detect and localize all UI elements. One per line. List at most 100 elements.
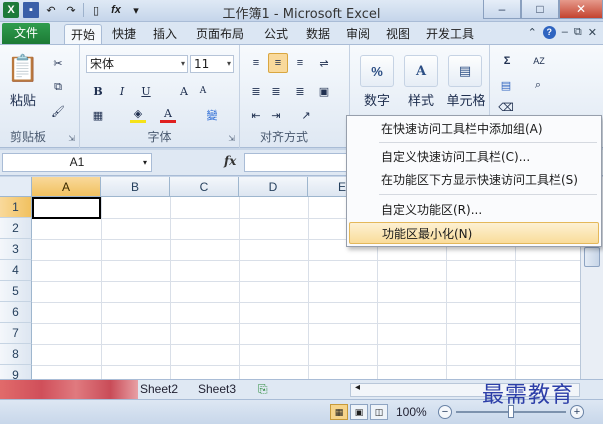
doc-minimize-icon[interactable]: –: [562, 26, 568, 39]
shrink-font-button[interactable]: A: [196, 83, 210, 99]
row-header[interactable]: 2: [0, 218, 32, 239]
tab-file[interactable]: 文件: [2, 23, 50, 44]
tab-data[interactable]: 数据: [300, 24, 336, 44]
tab-review[interactable]: 审阅: [340, 24, 376, 44]
normal-view-button[interactable]: ▦: [330, 404, 348, 420]
find-select-icon[interactable]: ⌕: [528, 77, 548, 93]
paste-icon[interactable]: 📋: [6, 51, 40, 85]
font-size-value: 11: [194, 57, 210, 71]
align-right-icon[interactable]: ≣: [292, 83, 308, 99]
row-header[interactable]: 1: [0, 197, 32, 218]
font-color-icon[interactable]: A: [160, 107, 176, 123]
row-header[interactable]: 6: [0, 302, 32, 323]
bold-button[interactable]: B: [90, 83, 106, 99]
clear-icon[interactable]: ⌫: [498, 99, 514, 115]
alignment-group-label: 对齐方式: [260, 130, 309, 144]
fill-color-icon[interactable]: ◈: [130, 107, 146, 123]
row-header[interactable]: 5: [0, 281, 32, 302]
tab-view[interactable]: 视图: [380, 24, 416, 44]
tab-formulas[interactable]: 公式: [258, 24, 294, 44]
underline-button[interactable]: U: [138, 83, 154, 99]
ribbon-context-menu: 在快速访问工具栏中添加组(A) 自定义快速访问工具栏(C)... 在功能区下方显…: [346, 115, 602, 247]
scroll-left-icon[interactable]: ◂: [355, 382, 360, 393]
name-box[interactable]: A1 ▾: [2, 153, 152, 172]
row-header[interactable]: 8: [0, 344, 32, 365]
merge-cells-icon[interactable]: ▣: [316, 83, 332, 99]
doc-close-icon[interactable]: ✕: [588, 26, 597, 39]
align-top-icon[interactable]: ≡: [248, 55, 264, 71]
align-center-icon[interactable]: ≣: [268, 83, 284, 99]
tab-insert[interactable]: 插入: [147, 24, 183, 44]
border-icon[interactable]: ▦: [90, 107, 106, 123]
doc-restore-icon[interactable]: ⧉: [574, 26, 582, 39]
number-format-button[interactable]: %: [360, 55, 394, 87]
active-cell[interactable]: [32, 197, 101, 219]
window-controls: – □ ✕: [483, 0, 603, 19]
increase-indent-icon[interactable]: ⇥: [268, 107, 284, 123]
maximize-button[interactable]: □: [521, 0, 559, 19]
close-button[interactable]: ✕: [559, 0, 603, 19]
phonetic-button[interactable]: 變: [202, 107, 222, 123]
cut-icon[interactable]: ✂: [50, 55, 66, 71]
column-header[interactable]: D: [239, 177, 308, 197]
tab-developer[interactable]: 开发工具: [420, 24, 480, 44]
paste-label[interactable]: 粘贴: [4, 91, 42, 108]
font-name-value: 宋体: [90, 57, 115, 71]
wrap-text-icon[interactable]: ⇌: [316, 55, 332, 71]
grid-line: [32, 344, 580, 345]
tab-page-layout[interactable]: 页面布局: [190, 24, 250, 44]
zoom-level[interactable]: 100%: [396, 405, 427, 419]
font-size-combo[interactable]: 11 ▾: [190, 55, 234, 73]
number-label[interactable]: 数字: [358, 91, 396, 108]
font-name-combo[interactable]: 宋体 ▾: [86, 55, 188, 73]
cells-button[interactable]: ▤: [448, 55, 482, 87]
row-header[interactable]: 7: [0, 323, 32, 344]
styles-button[interactable]: A: [404, 55, 438, 87]
sheet-tab[interactable]: Sheet3: [194, 380, 240, 399]
help-icon[interactable]: ?: [542, 26, 556, 39]
insert-function-button[interactable]: fx: [224, 154, 236, 168]
menu-item-minimize-ribbon[interactable]: 功能区最小化(N): [349, 222, 599, 244]
menu-item-show-qat-below[interactable]: 在功能区下方显示快速访问工具栏(S): [349, 169, 599, 191]
select-all-corner[interactable]: [0, 177, 32, 197]
copy-icon[interactable]: ⧉: [50, 79, 66, 95]
page-layout-view-button[interactable]: ▣: [350, 404, 368, 420]
ribbon-collapse-icon[interactable]: ⌃: [528, 26, 537, 39]
align-middle-icon[interactable]: ≡: [268, 53, 288, 73]
row-header[interactable]: 4: [0, 260, 32, 281]
menu-item-add-group-to-qat[interactable]: 在快速访问工具栏中添加组(A): [349, 118, 599, 140]
font-launcher-icon[interactable]: ⇲: [228, 134, 235, 143]
italic-button[interactable]: I: [114, 83, 130, 99]
column-header[interactable]: C: [170, 177, 239, 197]
menu-item-customize-ribbon[interactable]: 自定义功能区(R)...: [349, 199, 599, 221]
align-bottom-icon[interactable]: ≡: [292, 55, 308, 71]
orientation-icon[interactable]: ↗: [296, 107, 316, 123]
font-group-label: 字体: [147, 130, 172, 144]
sheet-tab[interactable]: Sheet2: [136, 380, 182, 399]
column-header[interactable]: B: [101, 177, 170, 197]
grid-line: [32, 260, 580, 261]
vertical-scroll-thumb[interactable]: [584, 247, 600, 267]
tab-home[interactable]: 开始: [64, 24, 103, 44]
grow-font-button[interactable]: A: [176, 83, 192, 99]
tab-shortcut[interactable]: 快捷: [106, 24, 142, 44]
menu-item-customize-qat[interactable]: 自定义快速访问工具栏(C)...: [349, 146, 599, 168]
insert-sheet-icon[interactable]: ⎘: [254, 380, 272, 399]
decrease-indent-icon[interactable]: ⇤: [248, 107, 264, 123]
grid-line: [32, 281, 580, 282]
zoom-out-button[interactable]: −: [438, 405, 452, 419]
align-left-icon[interactable]: ≣: [248, 83, 264, 99]
fill-icon[interactable]: ▤: [498, 77, 514, 93]
format-painter-icon[interactable]: 🖌: [50, 103, 66, 119]
cells-label[interactable]: 单元格: [444, 91, 488, 108]
chevron-down-icon: ▾: [142, 158, 147, 167]
page-break-view-button[interactable]: ◫: [370, 404, 388, 420]
row-header[interactable]: 9: [0, 365, 32, 379]
row-header[interactable]: 3: [0, 239, 32, 260]
minimize-button[interactable]: –: [483, 0, 521, 19]
styles-label[interactable]: 样式: [402, 91, 440, 108]
column-header[interactable]: A: [32, 177, 101, 197]
clipboard-launcher-icon[interactable]: ⇲: [68, 134, 75, 143]
sort-filter-button[interactable]: AZ: [528, 53, 550, 69]
autosum-button[interactable]: Σ: [498, 53, 516, 69]
